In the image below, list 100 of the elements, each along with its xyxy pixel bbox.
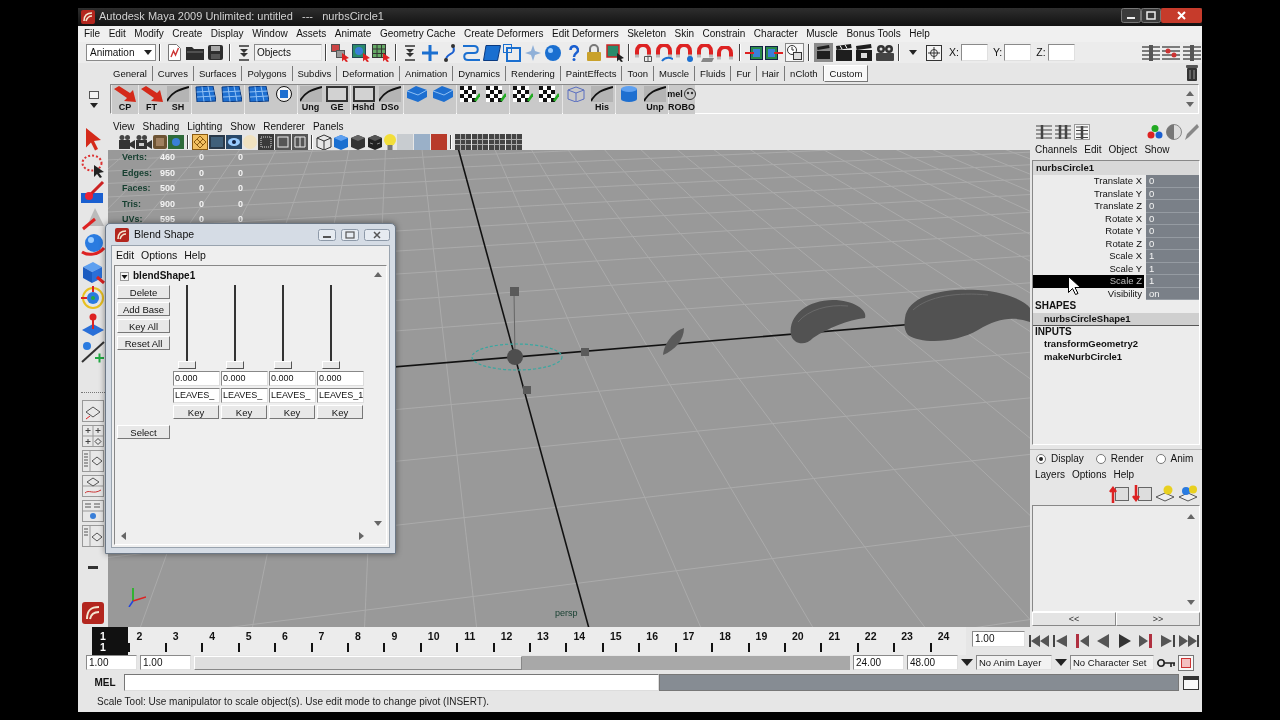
cube-icon[interactable] <box>367 134 383 150</box>
channel-name[interactable]: Rotate Z <box>1033 237 1144 250</box>
key-button[interactable]: Key <box>269 405 315 419</box>
minus-icon[interactable] <box>88 565 98 569</box>
sphere-icon[interactable] <box>545 44 562 61</box>
shelf-tab[interactable]: Rendering <box>506 65 561 81</box>
current-frame-marker[interactable]: 1 1 <box>92 627 129 655</box>
menu-item[interactable]: Channels <box>1035 144 1078 156</box>
square-arrow-icon[interactable] <box>744 45 763 60</box>
menu-item[interactable]: Character <box>753 28 798 40</box>
curve-icon[interactable] <box>379 85 401 102</box>
layers-arrow-icon[interactable] <box>1109 485 1129 503</box>
window-icon[interactable] <box>1183 675 1199 690</box>
half-sphere-icon[interactable] <box>1166 123 1182 140</box>
cylinder-icon[interactable] <box>619 85 638 102</box>
curve-icon[interactable] <box>591 85 613 102</box>
menu-item[interactable]: Panels <box>312 121 344 133</box>
menu-item[interactable]: Edit Deformers <box>551 28 619 40</box>
channel-value[interactable]: 0 <box>1146 175 1199 188</box>
target-name-field[interactable]: LEAVES_1 <box>317 388 364 403</box>
scroll-left-icon[interactable] <box>121 532 126 540</box>
checker-icon[interactable] <box>486 85 506 102</box>
playback-start-field[interactable]: 1.00 <box>140 655 191 670</box>
scroll-up-icon[interactable] <box>1187 514 1195 519</box>
magnet-plane-icon[interactable] <box>695 43 714 62</box>
shelf-button[interactable] <box>456 84 483 114</box>
target-name-field[interactable]: LEAVES_ <box>269 388 316 403</box>
menu-item[interactable]: Show <box>1144 144 1170 156</box>
scroll-down-icon[interactable] <box>1187 600 1195 605</box>
layers-arrow-icon[interactable] <box>1132 485 1152 503</box>
shelf-button[interactable]: GE <box>324 84 350 114</box>
wireframe-cube-icon[interactable] <box>316 134 332 150</box>
curve-icon[interactable] <box>167 85 189 102</box>
question-mark-icon[interactable] <box>568 44 579 61</box>
menu-item[interactable]: Renderer <box>263 121 305 133</box>
shelf-tab[interactable]: Subdivs <box>292 65 338 81</box>
shelf-button[interactable]: FT <box>138 84 165 114</box>
square-icon[interactable] <box>89 90 99 99</box>
shelf-tab[interactable]: Animation <box>400 65 454 81</box>
menu-item[interactable]: Help <box>1113 469 1135 481</box>
menu-item[interactable]: Options <box>1072 469 1107 481</box>
arrow-icon[interactable] <box>114 85 136 102</box>
menu-item[interactable]: Edit <box>1084 144 1102 156</box>
anim-layer-field[interactable]: No Anim Layer <box>976 655 1052 670</box>
scroll-down-icon[interactable] <box>1186 102 1194 107</box>
shelf-tab[interactable]: Polygons <box>242 65 293 81</box>
radio-icon[interactable] <box>1095 453 1106 464</box>
shelf-button[interactable]: CP <box>112 84 138 114</box>
radio-option[interactable]: Render <box>1095 452 1144 465</box>
caret-icon[interactable] <box>1055 659 1067 666</box>
step-forward-icon[interactable] <box>1160 634 1175 648</box>
character-set-field[interactable]: No Character Set <box>1070 655 1154 670</box>
shelf-tab[interactable]: Fur <box>731 65 757 81</box>
channel-name[interactable]: Scale Y <box>1033 262 1144 275</box>
menu-item[interactable]: Display <box>210 28 244 40</box>
nodes-cursor-icon[interactable] <box>331 43 350 62</box>
app-logo-icon[interactable] <box>82 602 104 624</box>
frame-icon[interactable] <box>326 85 348 102</box>
checker-icon[interactable] <box>539 85 559 102</box>
menu-item[interactable]: Window <box>252 28 288 40</box>
input-node-name[interactable]: transformGeometry2 <box>1033 338 1199 351</box>
menu-item[interactable]: Modify <box>134 28 164 40</box>
shelf-button[interactable]: DSo <box>377 84 403 114</box>
brush-icon[interactable] <box>81 180 105 204</box>
grid-icon[interactable] <box>246 85 269 102</box>
shelf-tab[interactable]: Fluids <box>695 65 732 81</box>
line-dots-icon[interactable] <box>81 339 105 363</box>
menu-item[interactable]: Assets <box>296 28 327 40</box>
channel-name[interactable]: Translate X <box>1033 175 1144 188</box>
channel-value[interactable]: 1 <box>1146 250 1199 263</box>
lasso-icon[interactable] <box>81 153 105 178</box>
plane-pin-icon[interactable] <box>81 312 105 337</box>
scroll-right-icon[interactable] <box>359 532 364 540</box>
caret-icon[interactable] <box>909 50 918 55</box>
list-lines-icon[interactable] <box>1141 44 1160 61</box>
shelf-button[interactable] <box>244 84 271 114</box>
menu-item[interactable]: Show <box>230 121 256 133</box>
coordinate-field[interactable] <box>1047 44 1075 61</box>
key-button[interactable]: Key <box>221 405 267 419</box>
scroll-up-icon[interactable] <box>1186 91 1194 96</box>
shelf-tab[interactable]: Curves <box>152 65 194 81</box>
framed-square-icon[interactable] <box>1178 654 1194 671</box>
panel-layout-icon[interactable] <box>82 474 104 497</box>
list-lines-icon[interactable] <box>1182 44 1201 61</box>
curve-icon[interactable] <box>299 85 322 102</box>
radio-option[interactable]: Anim <box>1155 452 1194 465</box>
menu-item[interactable]: Edit <box>116 248 135 262</box>
channel-value[interactable]: 1 <box>1146 275 1199 288</box>
radio-option[interactable]: Display <box>1036 452 1084 465</box>
menu-item[interactable]: Skeleton <box>627 28 667 40</box>
plane-icon[interactable] <box>482 44 501 61</box>
weight-field[interactable]: 0.000 <box>317 371 364 386</box>
weight-field[interactable]: 0.000 <box>173 371 220 386</box>
globe-ring-icon[interactable] <box>81 286 105 310</box>
menu-item[interactable]: Skin <box>674 28 695 40</box>
frame-icon[interactable] <box>352 85 375 102</box>
channel-name[interactable]: Visibility <box>1033 287 1144 300</box>
double-caret-icon[interactable] <box>404 44 415 61</box>
grid-icon[interactable] <box>192 134 208 150</box>
caret-icon[interactable] <box>120 271 129 281</box>
